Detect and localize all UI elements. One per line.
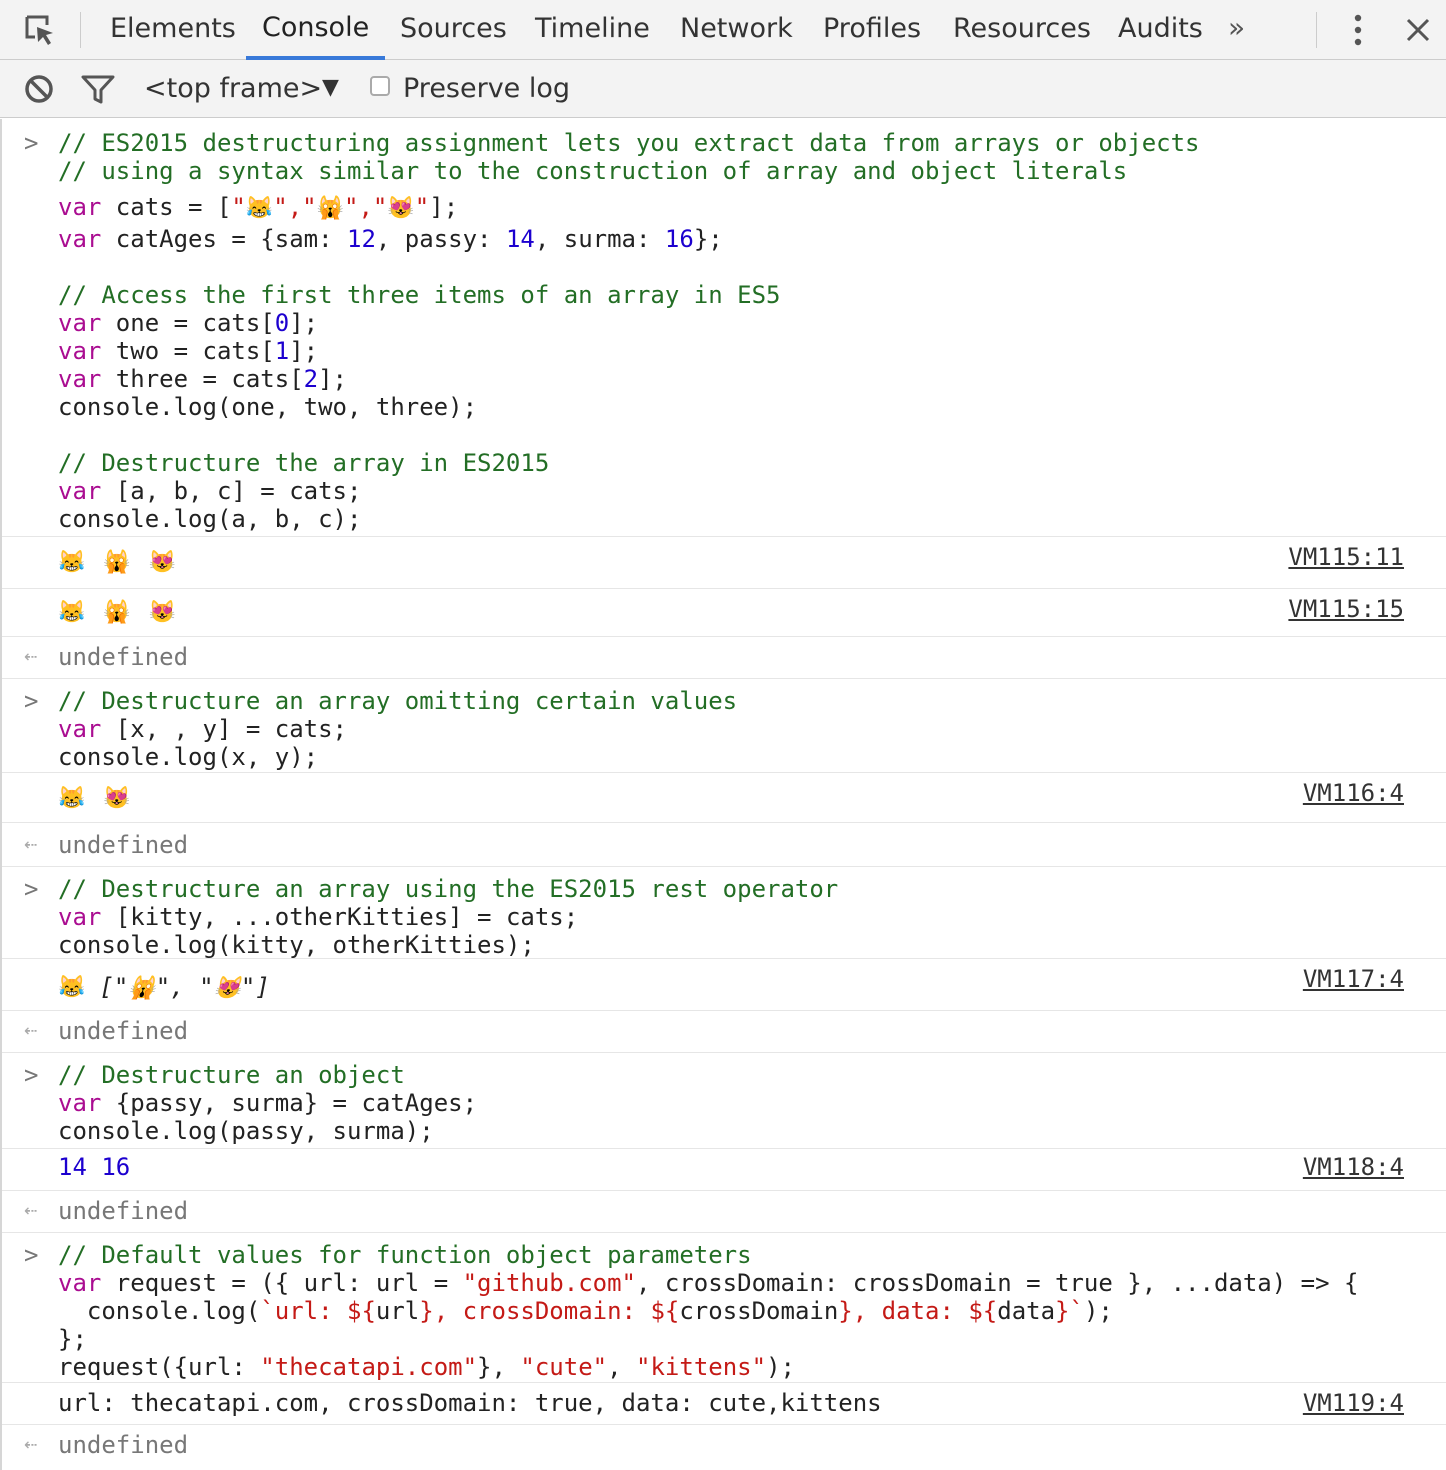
console-log-row: 😹 🙀 😻 VM115:11 [2,537,1446,589]
cat-hearts-emoji: 😻 [148,550,177,575]
cat-scream-emoji: 🙀 [103,550,131,575]
console-result-row: ⇠ undefined [2,1425,1446,1467]
code-line: // using a syntax similar to the constru… [58,157,1128,185]
code-line: var request = ({ url: url = "github.com"… [58,1269,1359,1297]
more-tabs-chevron-icon[interactable]: » [1228,0,1245,60]
log-output: 😹 😻 [2,785,1446,813]
console-log-row: 😹 😻 VM116:4 [2,773,1446,823]
log-output: url: thecatapi.com, crossDomain: true, d… [58,1389,882,1417]
cat-hearts-emoji: 😻 [148,600,177,625]
console-messages[interactable]: > // ES2015 destructuring assignment let… [0,119,1446,1470]
toolbar-divider [1316,12,1317,48]
tab-elements[interactable]: Elements [110,0,236,60]
tab-resources[interactable]: Resources [953,0,1091,60]
filter-icon[interactable] [80,72,116,108]
source-link[interactable]: VM119:4 [1303,1389,1404,1417]
console-log-row: url: thecatapi.com, crossDomain: true, d… [2,1383,1446,1425]
console-log-row: 😹 🙀 😻 VM115:15 [2,589,1446,637]
code-line: // Access the first three items of an ar… [58,281,781,309]
source-link[interactable]: VM116:4 [1303,779,1404,807]
console-input-block: > // ES2015 destructuring assignment let… [2,119,1446,537]
tab-console[interactable]: Console [246,0,386,60]
console-input-block: > // Default values for function object … [2,1233,1446,1383]
console-toolbar: <top frame> ▼ [0,60,1446,118]
code-line: var two = cats[1]; [58,337,319,365]
tab-sources[interactable]: Sources [400,0,507,60]
log-output: 😹 🙀 😻 [2,549,1446,577]
console-input-block: > // Destructure an array using the ES20… [2,867,1446,959]
cat-hearts-emoji: 😻 [387,196,415,221]
cat-tears-emoji: 😹 [58,786,86,811]
tab-timeline[interactable]: Timeline [535,0,650,60]
console-result-row: ⇠ undefined [2,823,1446,867]
cat-hearts-emoji: 😻 [103,786,131,811]
result-value: undefined [58,831,189,859]
cat-scream-emoji: 🙀 [103,600,131,625]
log-output: 😹 ["🙀", "😻"] [2,973,1446,1003]
cat-tears-emoji: 😹 [58,600,86,625]
source-link[interactable]: VM115:15 [1288,595,1404,623]
code-line: console.log(kitty, otherKitties); [58,931,535,959]
preserve-log-checkbox[interactable] [370,76,390,96]
cat-tears-emoji: 😹 [58,550,86,575]
code-line: var catAges = {sam: 12, passy: 14, surma… [58,225,723,253]
log-output: 14 16 [58,1153,131,1181]
cat-hearts-emoji: 😻 [213,976,241,1001]
console-log-row: 14 16 VM118:4 [2,1149,1446,1191]
kebab-menu-icon[interactable] [1340,12,1376,48]
code-line: console.log(x, y); [58,743,319,771]
console-input-block: > // Destructure an array omitting certa… [2,679,1446,773]
code-line: // Destructure an array using the ES2015… [58,875,839,903]
result-value: undefined [58,643,189,671]
code-line: var [kitty, ...otherKitties] = cats; [58,903,579,931]
source-link[interactable]: VM115:11 [1288,543,1404,571]
tab-profiles[interactable]: Profiles [823,0,921,60]
log-output: 😹 🙀 😻 [2,599,1446,627]
result-value: undefined [58,1017,189,1045]
cat-tears-emoji: 😹 [58,975,86,1000]
code-line: }; [58,1325,87,1353]
cat-scream-emoji: 🙀 [128,976,156,1001]
source-link[interactable]: VM118:4 [1303,1153,1404,1181]
code-line: var cats = ["😹","🙀","😻"]; [58,193,459,221]
code-line: var [x, , y] = cats; [58,715,347,743]
code-line: var one = cats[0]; [58,309,319,337]
console-log-row: 😹 ["🙀", "😻"] VM117:4 [2,959,1446,1011]
frame-selector[interactable]: <top frame> [144,60,322,118]
toolbar-divider [80,12,81,48]
clear-console-icon[interactable] [22,72,58,108]
code-line: console.log(one, two, three); [58,393,478,421]
console-result-row: ⇠ undefined [2,637,1446,679]
inspect-element-icon[interactable] [20,10,60,50]
code-line: request({url: "thecatapi.com"}, "cute", … [58,1353,795,1381]
code-line: // Destructure an object [58,1061,405,1089]
code-line: // Destructure an array omitting certain… [58,687,738,715]
preserve-log-label[interactable]: Preserve log [403,60,570,118]
console-input-block: > // Destructure an object var {passy, s… [2,1053,1446,1149]
console-result-row: ⇠ undefined [2,1191,1446,1233]
array-output[interactable]: ["🙀", "😻"] [99,973,269,1003]
close-icon[interactable] [1400,12,1436,48]
cat-tears-emoji: 😹 [245,196,274,221]
result-value: undefined [58,1431,189,1459]
console-result-row: ⇠ undefined [2,1011,1446,1053]
code-line: // Destructure the array in ES2015 [58,449,550,477]
code-line: // Default values for function object pa… [58,1241,752,1269]
cat-scream-emoji: 🙀 [316,196,345,221]
code-line: console.log(passy, surma); [58,1117,434,1145]
devtools-tabbar: Elements Console Sources Timeline Networ… [0,0,1446,60]
tab-audits[interactable]: Audits [1118,0,1203,60]
code-line: console.log(a, b, c); [58,505,362,533]
source-link[interactable]: VM117:4 [1303,965,1404,993]
code-line: console.log(`url: ${url}, crossDomain: $… [58,1297,1113,1325]
result-value: undefined [58,1197,189,1225]
code-line: var [a, b, c] = cats; [58,477,362,505]
tab-network[interactable]: Network [680,0,793,60]
code-line: var three = cats[2]; [58,365,348,393]
code-line: var {passy, surma} = catAges; [58,1089,478,1117]
dropdown-arrow-icon[interactable]: ▼ [322,60,339,118]
code-line: // ES2015 destructuring assignment lets … [58,129,1200,157]
